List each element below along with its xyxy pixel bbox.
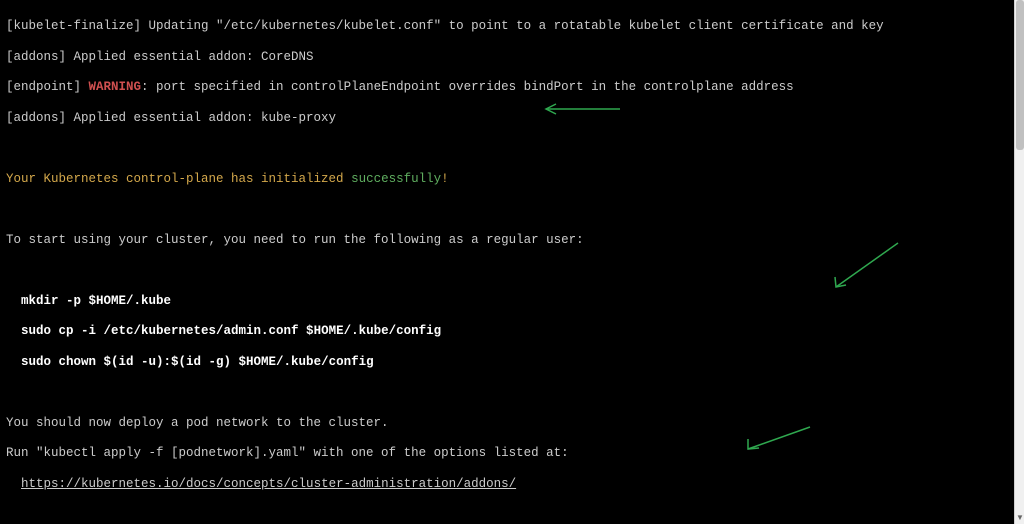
instruction-line: To start using your cluster, you need to… bbox=[6, 233, 1008, 248]
vertical-scrollbar[interactable]: ▲ ▼ bbox=[1014, 0, 1024, 524]
blank-line bbox=[6, 263, 1008, 278]
log-line: [endpoint] WARNING: port specified in co… bbox=[6, 80, 1008, 95]
warning-label: WARNING bbox=[89, 80, 142, 94]
blank-line bbox=[6, 202, 1008, 217]
blank-line bbox=[6, 507, 1008, 522]
log-line: [kubelet-finalize] Updating "/etc/kubern… bbox=[6, 19, 1008, 34]
blank-line bbox=[6, 385, 1008, 400]
instruction-line: You should now deploy a pod network to t… bbox=[6, 416, 1008, 431]
docs-link[interactable]: https://kubernetes.io/docs/concepts/clus… bbox=[21, 477, 516, 491]
log-line: [addons] Applied essential addon: CoreDN… bbox=[6, 50, 1008, 65]
instruction-line: Run "kubectl apply -f [podnetwork].yaml"… bbox=[6, 446, 1008, 461]
scrollbar-thumb[interactable] bbox=[1016, 0, 1024, 150]
command-line: sudo chown $(id -u):$(id -g) $HOME/.kube… bbox=[6, 355, 1008, 370]
command-line: sudo cp -i /etc/kubernetes/admin.conf $H… bbox=[6, 324, 1008, 339]
log-line: [addons] Applied essential addon: kube-p… bbox=[6, 111, 1008, 126]
terminal-output[interactable]: [kubelet-finalize] Updating "/etc/kubern… bbox=[0, 0, 1014, 524]
init-success-message: Your Kubernetes control-plane has initia… bbox=[6, 172, 1008, 187]
blank-line bbox=[6, 141, 1008, 156]
link-line: https://kubernetes.io/docs/concepts/clus… bbox=[6, 477, 1008, 492]
scroll-down-icon[interactable]: ▼ bbox=[1015, 512, 1024, 524]
command-line: mkdir -p $HOME/.kube bbox=[6, 294, 1008, 309]
